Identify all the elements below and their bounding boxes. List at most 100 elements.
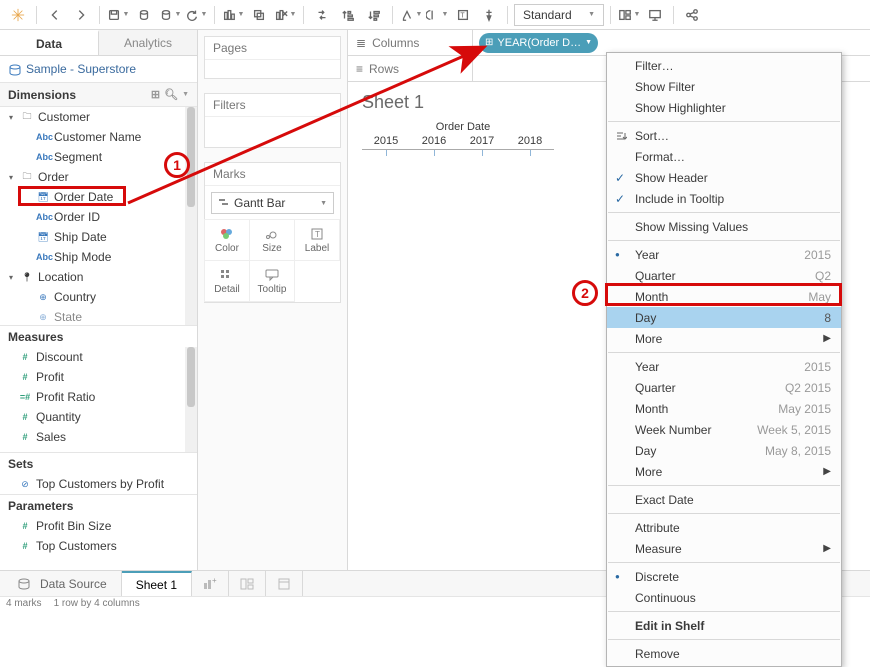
menu-quarter-trunc[interactable]: QuarterQ2 2015	[607, 377, 841, 398]
new-dashboard-tab[interactable]	[229, 571, 266, 596]
pages-title: Pages	[205, 37, 340, 60]
fit-dropdown[interactable]: Standard ▼	[514, 4, 604, 26]
tab-data-source[interactable]: Data Source	[0, 571, 122, 596]
show-cards-button[interactable]: ▼	[617, 3, 641, 27]
new-datasource-button[interactable]	[132, 3, 156, 27]
presentation-button[interactable]	[643, 3, 667, 27]
measures-tree: #Discount #Profit =#Profit Ratio #Quanti…	[0, 347, 197, 452]
save-button[interactable]: ▼	[106, 3, 130, 27]
group-button[interactable]: ▼	[425, 3, 449, 27]
field-discount[interactable]: #Discount	[0, 347, 197, 367]
marks-detail[interactable]: Detail	[204, 260, 250, 302]
menu-measure[interactable]: Measure▶	[607, 538, 841, 559]
menu-more-part[interactable]: More▶	[607, 328, 841, 349]
menu-sort[interactable]: Sort…	[607, 125, 841, 146]
field-customer-name[interactable]: AbcCustomer Name	[0, 127, 197, 147]
field-profit-ratio[interactable]: =#Profit Ratio	[0, 387, 197, 407]
marks-size[interactable]: Size	[249, 219, 295, 261]
field-order-date[interactable]: 📅︎Order Date	[0, 187, 197, 207]
menu-include-tooltip[interactable]: Include in Tooltip	[607, 188, 841, 209]
tab-data[interactable]: Data	[0, 30, 99, 55]
year-2016[interactable]: 2016	[410, 135, 458, 147]
menu-month-trunc[interactable]: MonthMay 2015	[607, 398, 841, 419]
menu-attribute[interactable]: Attribute	[607, 517, 841, 538]
param-profit-bin[interactable]: #Profit Bin Size	[0, 516, 197, 536]
scrollbar-thumb-2[interactable]	[187, 347, 195, 407]
folder-customer[interactable]: ▾🗀Customer	[0, 107, 197, 127]
folder-order[interactable]: ▾🗀Order	[0, 167, 197, 187]
menu-month-part[interactable]: MonthMay	[607, 286, 841, 307]
new-story-icon	[274, 577, 294, 591]
new-worksheet-button[interactable]: ▼	[221, 3, 245, 27]
field-sales[interactable]: #Sales	[0, 427, 197, 447]
show-labels-button[interactable]: T	[451, 3, 475, 27]
new-story-tab[interactable]	[266, 571, 303, 596]
menu-exact-date[interactable]: Exact Date	[607, 489, 841, 510]
year-2015[interactable]: 2015	[362, 135, 410, 147]
duplicate-button[interactable]	[247, 3, 271, 27]
field-segment[interactable]: AbcSegment	[0, 147, 197, 167]
chart-axis	[362, 149, 554, 159]
year-2017[interactable]: 2017	[458, 135, 506, 147]
menu-show-filter[interactable]: Show Filter	[607, 76, 841, 97]
marks-color[interactable]: Color	[204, 219, 250, 261]
year-2018[interactable]: 2018	[506, 135, 554, 147]
marks-label[interactable]: T Label	[294, 219, 340, 261]
pause-updates-button[interactable]: ▼	[158, 3, 182, 27]
new-worksheet-tab[interactable]: +	[192, 571, 229, 596]
scrollbar-track-2[interactable]	[185, 347, 197, 452]
menu-week-trunc[interactable]: Week NumberWeek 5, 2015	[607, 419, 841, 440]
menu-edit-in-shelf[interactable]: Edit in Shelf	[607, 615, 841, 636]
menu-show-missing[interactable]: Show Missing Values	[607, 216, 841, 237]
menu-discrete[interactable]: Discrete	[607, 566, 841, 587]
menu-remove[interactable]: Remove	[607, 643, 841, 664]
pages-card[interactable]: Pages	[204, 36, 341, 79]
field-state[interactable]: ⊕State	[0, 307, 197, 325]
field-profit[interactable]: #Profit	[0, 367, 197, 387]
folder-location[interactable]: ▾📍︎Location	[0, 267, 197, 287]
field-quantity[interactable]: #Quantity	[0, 407, 197, 427]
menu-year-part[interactable]: Year2015	[607, 244, 841, 265]
filters-card[interactable]: Filters	[204, 93, 341, 148]
marks-tooltip[interactable]: Tooltip	[249, 260, 295, 302]
menu-show-highlighter[interactable]: Show Highlighter	[607, 97, 841, 118]
sets-tree: ⊘Top Customers by Profit	[0, 474, 197, 494]
view-icon[interactable]: ⊞	[151, 88, 160, 101]
tab-analytics[interactable]: Analytics	[99, 30, 197, 55]
sort-asc-button[interactable]	[336, 3, 360, 27]
search-icon[interactable]: 🔍︎	[164, 88, 178, 101]
pin-button[interactable]	[477, 3, 501, 27]
share-button[interactable]	[680, 3, 704, 27]
swap-button[interactable]	[310, 3, 334, 27]
sort-desc-button[interactable]	[362, 3, 386, 27]
menu-continuous[interactable]: Continuous	[607, 587, 841, 608]
tab-sheet1[interactable]: Sheet 1	[122, 571, 192, 596]
field-ship-mode[interactable]: AbcShip Mode	[0, 247, 197, 267]
set-top-customers[interactable]: ⊘Top Customers by Profit	[0, 474, 197, 494]
detail-icon	[219, 268, 235, 282]
menu-day-part[interactable]: Day8	[607, 307, 841, 328]
menu-quarter-part[interactable]: QuarterQ2	[607, 265, 841, 286]
clear-button[interactable]: ▼	[273, 3, 297, 27]
menu-year-trunc[interactable]: Year2015	[607, 356, 841, 377]
rows-label: Rows	[369, 62, 399, 76]
menu-more-trunc[interactable]: More▶	[607, 461, 841, 482]
menu-filter[interactable]: Filter…	[607, 55, 841, 76]
menu-format[interactable]: Format…	[607, 146, 841, 167]
menu-show-header[interactable]: Show Header	[607, 167, 841, 188]
highlight-button[interactable]: ▼	[399, 3, 423, 27]
pill-year-order-date[interactable]: ⊞ YEAR(Order D… ▼	[479, 33, 598, 53]
datasource-item[interactable]: Sample - Superstore	[0, 56, 197, 83]
field-country[interactable]: ⊕Country	[0, 287, 197, 307]
menu-day-trunc[interactable]: DayMay 8, 2015	[607, 440, 841, 461]
param-top-customers[interactable]: #Top Customers	[0, 536, 197, 556]
refresh-button[interactable]: ▼	[184, 3, 208, 27]
forward-button[interactable]	[69, 3, 93, 27]
scrollbar-track[interactable]	[185, 107, 197, 325]
menu-chevron-icon[interactable]: ▼	[182, 91, 189, 98]
field-order-id[interactable]: AbcOrder ID	[0, 207, 197, 227]
chart-field-header[interactable]: Order Date	[348, 121, 578, 133]
back-button[interactable]	[43, 3, 67, 27]
mark-type-dropdown[interactable]: Gantt Bar ▼	[211, 192, 334, 214]
field-ship-date[interactable]: 📅︎Ship Date	[0, 227, 197, 247]
